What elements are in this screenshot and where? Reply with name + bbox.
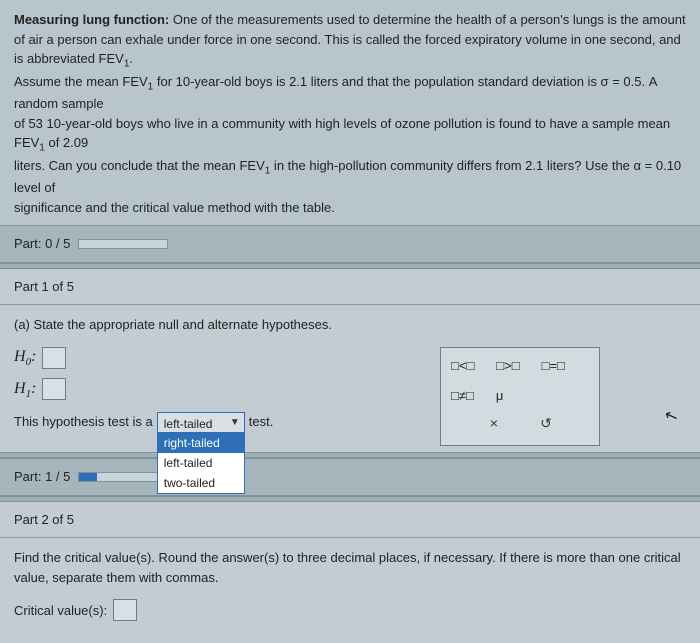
clear-icon[interactable]: × bbox=[483, 413, 505, 433]
tail-sentence-post: test. bbox=[249, 412, 274, 432]
part-1-body: (a) State the appropriate null and alter… bbox=[0, 305, 700, 452]
tail-option-left[interactable]: left-tailed bbox=[158, 453, 244, 473]
part-progress-0: Part: 0 / 5 bbox=[0, 225, 700, 263]
symbol-mu[interactable]: μ bbox=[492, 384, 508, 408]
problem-title: Measuring lung function: bbox=[14, 12, 169, 27]
reset-icon[interactable]: ↺ bbox=[535, 413, 557, 433]
critical-value-label: Critical value(s): bbox=[14, 601, 107, 621]
tail-select-dropdown: right-tailed left-tailed two-tailed bbox=[157, 432, 245, 494]
problem-statement: Measuring lung function: One of the meas… bbox=[0, 0, 700, 225]
h1-label: H1: bbox=[14, 377, 36, 403]
part-progress-1: Part: 1 / 5 bbox=[0, 458, 700, 496]
part-1-header: Part 1 of 5 bbox=[0, 269, 700, 306]
part-progress-label: Part: 1 / 5 bbox=[14, 467, 70, 487]
part-2-header: Part 2 of 5 bbox=[0, 502, 700, 539]
part-progress-label: Part: 0 / 5 bbox=[14, 234, 70, 254]
symbol-greater-than[interactable]: □>□ bbox=[492, 354, 523, 378]
part-2-body: Find the critical value(s). Round the an… bbox=[0, 538, 700, 643]
h0-label: H0: bbox=[14, 345, 36, 371]
tail-option-two[interactable]: two-tailed bbox=[158, 473, 244, 493]
symbol-palette: □<□ □>□ □=□ □≠□ μ × ↺ bbox=[440, 347, 600, 446]
critical-value-input[interactable] bbox=[113, 599, 137, 621]
progress-bar bbox=[78, 472, 168, 482]
symbol-less-than[interactable]: □<□ bbox=[447, 354, 478, 378]
h0-input[interactable] bbox=[42, 347, 66, 369]
tail-option-right[interactable]: right-tailed bbox=[158, 433, 244, 453]
part1-prompt: (a) State the appropriate null and alter… bbox=[14, 315, 686, 335]
tail-sentence-pre: This hypothesis test is a bbox=[14, 412, 153, 432]
h1-input[interactable] bbox=[42, 378, 66, 400]
progress-bar bbox=[78, 239, 168, 249]
part2-prompt: Find the critical value(s). Round the an… bbox=[14, 548, 686, 587]
symbol-not-equal[interactable]: □≠□ bbox=[447, 384, 478, 408]
symbol-equal[interactable]: □=□ bbox=[538, 354, 569, 378]
